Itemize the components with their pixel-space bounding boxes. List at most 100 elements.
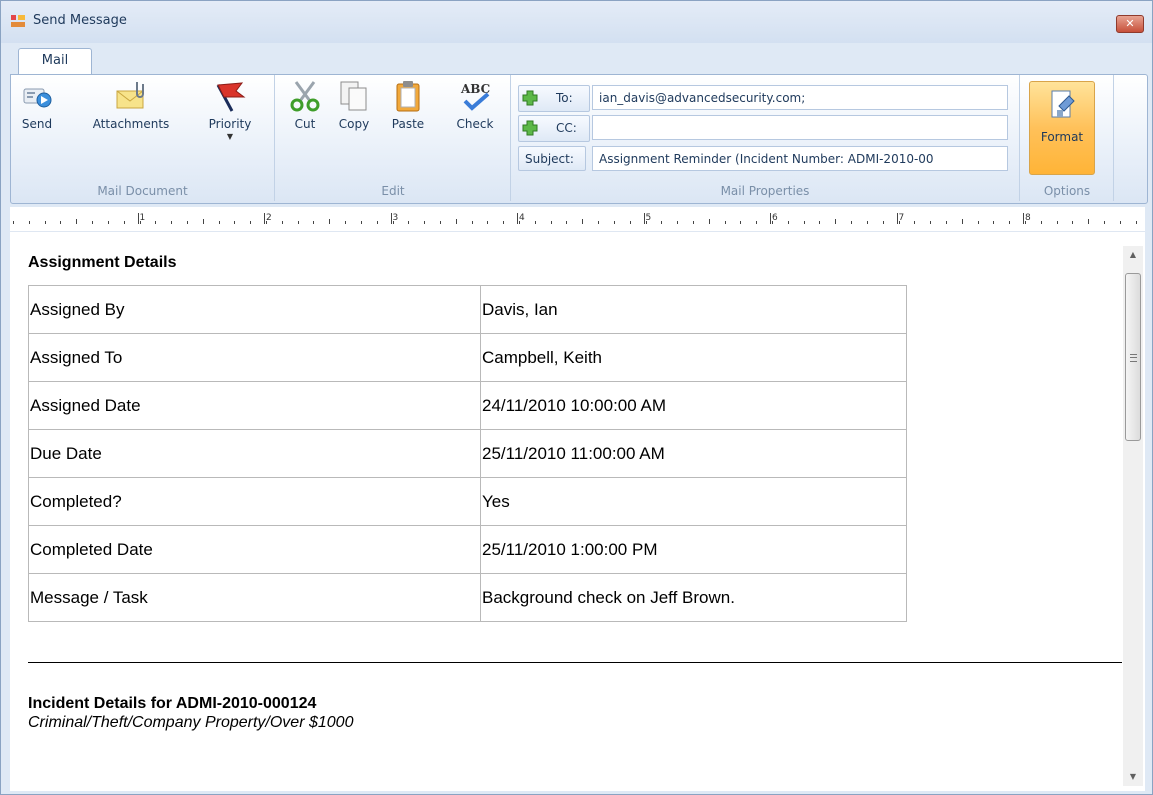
- ruler-tick: [218, 221, 220, 224]
- copy-label: Copy: [338, 117, 370, 131]
- tab-mail[interactable]: Mail: [18, 48, 92, 75]
- ruler-tick: [629, 221, 631, 224]
- priority-dropdown-arrow[interactable]: ▼: [197, 132, 263, 141]
- format-painter-icon: [1051, 90, 1075, 118]
- detail-label: Assigned To: [28, 333, 481, 382]
- ruler-mark: 2: [264, 213, 272, 224]
- ruler-tick: [487, 221, 489, 224]
- send-label: Send: [21, 117, 53, 131]
- ruler-tick: [550, 221, 552, 224]
- attachments-button[interactable]: Attachments: [81, 79, 181, 131]
- subject-field[interactable]: Assignment Reminder (Incident Number: AD…: [592, 146, 1008, 171]
- cut-button[interactable]: Cut: [286, 79, 324, 131]
- ruler-tick: [851, 221, 853, 224]
- ruler-tick: [787, 221, 789, 224]
- cc-field[interactable]: [592, 115, 1008, 140]
- ruler-tick: [503, 221, 505, 224]
- table-row: Assigned Date 24/11/2010 10:00:00 AM: [28, 381, 907, 430]
- group-label-mail-document: Mail Document: [97, 184, 188, 198]
- send-message-window: Send Message ✕ Mail Send Attachments Pri…: [0, 0, 1153, 795]
- ruler-tick: [866, 221, 868, 224]
- ruler-tick: [455, 219, 457, 224]
- ribbon: Send Attachments Priority ▼ Mail Documen…: [10, 74, 1148, 204]
- ruler-tick: [471, 221, 473, 224]
- ruler-tick: [313, 221, 315, 224]
- scissors-icon: [290, 81, 320, 112]
- detail-label: Assigned By: [28, 285, 481, 334]
- to-label: To:: [556, 91, 573, 105]
- ruler-tick: [993, 221, 995, 224]
- to-button[interactable]: To:: [518, 85, 590, 112]
- ruler-tick: [297, 221, 299, 224]
- message-body[interactable]: Assignment Details Assigned By Davis, Ian…: [10, 232, 1145, 791]
- ruler-tick: [408, 221, 410, 224]
- assignment-details-heading: Assignment Details: [28, 254, 177, 271]
- table-row: Assigned To Campbell, Keith: [28, 333, 907, 382]
- group-label-mail-properties: Mail Properties: [720, 184, 810, 198]
- priority-label: Priority: [208, 117, 252, 131]
- ruler-tick: [692, 221, 694, 224]
- ruler-tick: [534, 221, 536, 224]
- subject-row: Subject: Assignment Reminder (Incident N…: [518, 146, 1008, 171]
- ruler-tick: [1088, 219, 1090, 224]
- ruler-tick: [107, 221, 109, 224]
- ruler-tick: [250, 221, 252, 224]
- attachments-label: Attachments: [92, 117, 170, 131]
- ruler-tick: [171, 221, 173, 224]
- group-label-options: Options: [1043, 184, 1091, 198]
- ruler-tick: [945, 221, 947, 224]
- ruler-tick: [1119, 221, 1121, 224]
- ruler-tick: [92, 221, 94, 224]
- paste-button[interactable]: Paste: [386, 79, 430, 131]
- ruler-tick: [234, 221, 236, 224]
- ruler-tick: [819, 221, 821, 224]
- scroll-down-arrow[interactable]: ▼: [1123, 768, 1143, 786]
- group-mail-properties: To: ian_davis@advancedsecurity.com; CC: …: [511, 75, 1020, 201]
- detail-label: Completed?: [28, 477, 481, 526]
- ruler-tick: [914, 221, 916, 224]
- scroll-thumb[interactable]: [1125, 273, 1141, 441]
- format-label: Format: [1040, 130, 1084, 144]
- ruler-tick: [186, 221, 188, 224]
- group-label-edit: Edit: [381, 184, 405, 198]
- ruler-tick: [566, 221, 568, 224]
- ruler-tick: [598, 221, 600, 224]
- ruler-tick: [360, 221, 362, 224]
- ruler-tick: [835, 219, 837, 224]
- detail-value: 25/11/2010 11:00:00 AM: [480, 429, 907, 478]
- ruler-tick: [13, 221, 14, 224]
- ruler-tick: [28, 221, 30, 224]
- priority-button[interactable]: Priority ▼: [197, 79, 263, 141]
- ruler-tick: [708, 219, 710, 224]
- ruler-tick: [202, 219, 204, 224]
- send-button[interactable]: Send: [15, 79, 59, 131]
- format-button[interactable]: Format: [1029, 81, 1095, 175]
- close-button[interactable]: ✕: [1116, 15, 1144, 33]
- table-row: Completed Date 25/11/2010 1:00:00 PM: [28, 525, 907, 574]
- ruler-tick: [724, 221, 726, 224]
- to-field[interactable]: ian_davis@advancedsecurity.com;: [592, 85, 1008, 110]
- vertical-scrollbar[interactable]: ▲ ▼: [1123, 246, 1143, 786]
- detail-value: Background check on Jeff Brown.: [480, 573, 907, 622]
- send-icon: [23, 88, 52, 108]
- green-plus-icon: [522, 120, 538, 136]
- assignment-details-table: Assigned By Davis, Ian Assigned To Campbell…: [28, 285, 907, 622]
- table-row: Due Date 25/11/2010 11:00:00 AM: [28, 429, 907, 478]
- check-button[interactable]: ABC Check: [450, 79, 500, 131]
- group-edit: Cut Copy Paste ABC Check Edit: [276, 75, 511, 201]
- ruler-tick: [613, 221, 615, 224]
- ruler-mark: 8: [1023, 213, 1031, 224]
- ruler-tick: [60, 221, 62, 224]
- ruler-tick: [345, 221, 347, 224]
- ruler-tick: [677, 221, 679, 224]
- ruler-tick: [930, 221, 932, 224]
- ruler-tick: [582, 219, 584, 224]
- ruler-tick: [740, 221, 742, 224]
- detail-value: Campbell, Keith: [480, 333, 907, 382]
- scroll-up-arrow[interactable]: ▲: [1123, 246, 1143, 264]
- ruler-tick: [376, 221, 378, 224]
- cc-button[interactable]: CC:: [518, 115, 590, 142]
- ruler-tick: [1009, 221, 1011, 224]
- copy-button[interactable]: Copy: [334, 79, 374, 131]
- ruler-mark: 6: [770, 213, 778, 224]
